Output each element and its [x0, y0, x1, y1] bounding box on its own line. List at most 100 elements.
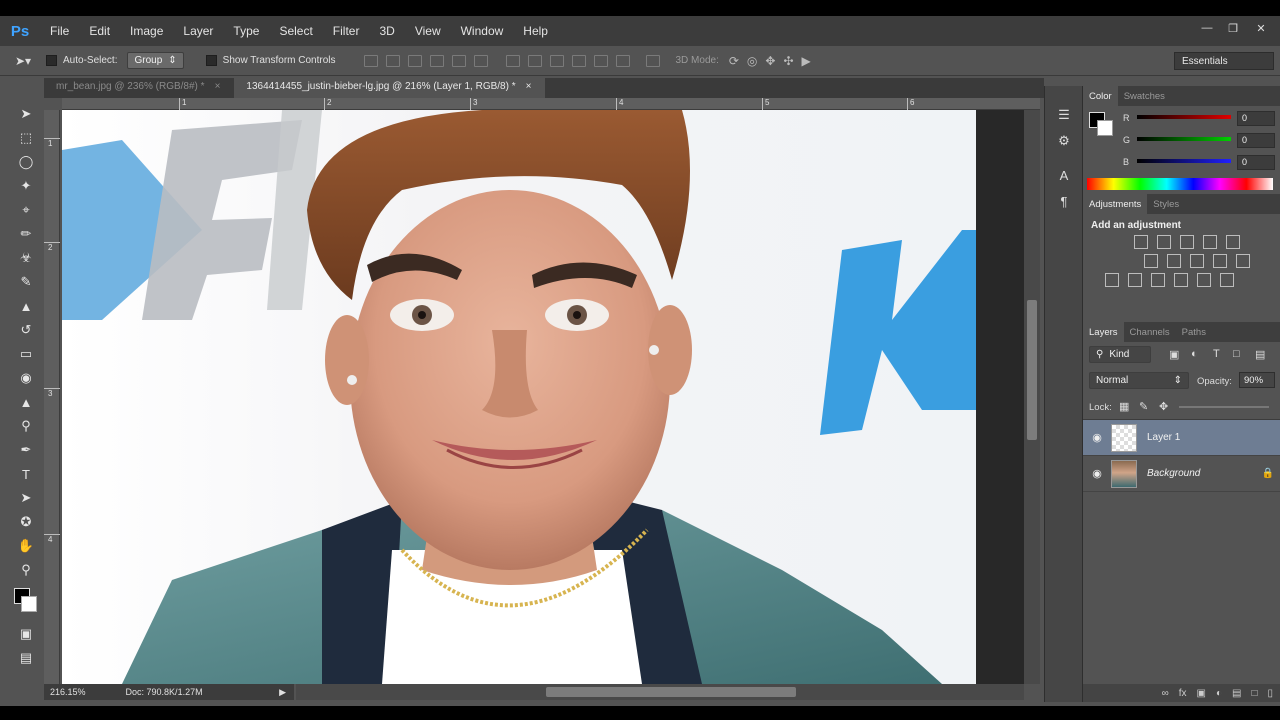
new-layer-icon[interactable]: □: [1251, 688, 1257, 699]
restore-icon[interactable]: ❐: [1220, 16, 1246, 40]
minimize-icon[interactable]: —: [1194, 16, 1220, 40]
menu-type[interactable]: Type: [223, 24, 269, 38]
distribute-top-icon[interactable]: [505, 54, 520, 67]
posterize-icon[interactable]: [1151, 273, 1165, 287]
vertical-ruler[interactable]: 1 2 3 4: [44, 110, 60, 686]
color-balance-icon[interactable]: [1167, 254, 1181, 268]
align-vcenter-icon[interactable]: [385, 54, 400, 67]
crop-tool-icon[interactable]: ⌖: [8, 198, 44, 222]
background-color-swatch[interactable]: [21, 596, 37, 612]
brush-tool-icon[interactable]: ✎: [8, 270, 44, 294]
close-tab-icon[interactable]: ×: [215, 81, 221, 98]
zoom-tool-icon[interactable]: ⚲: [8, 558, 44, 582]
3d-pan-icon[interactable]: ✥: [765, 54, 775, 68]
eyedropper-tool-icon[interactable]: ✏: [8, 222, 44, 246]
blend-mode-dropdown[interactable]: Normal ⇕: [1089, 372, 1189, 389]
menu-select[interactable]: Select: [269, 24, 322, 38]
layer-style-icon[interactable]: fx: [1179, 688, 1187, 699]
red-slider[interactable]: R 0: [1083, 108, 1280, 130]
filter-type-icon[interactable]: T: [1213, 348, 1220, 360]
blue-track[interactable]: [1137, 159, 1231, 163]
custom-shape-tool-icon[interactable]: ✪: [8, 510, 44, 534]
layer-row-background[interactable]: ◉ Background 🔒: [1083, 456, 1280, 492]
close-icon[interactable]: ✕: [1248, 16, 1274, 40]
selective-color-icon[interactable]: [1220, 273, 1234, 287]
auto-align-icon[interactable]: [645, 54, 660, 67]
menu-help[interactable]: Help: [513, 24, 558, 38]
distribute-right-icon[interactable]: [615, 54, 630, 67]
3d-scale-icon[interactable]: ▶: [802, 54, 811, 68]
lock-position-icon[interactable]: ✥: [1159, 400, 1168, 413]
move-tool-icon[interactable]: ➤▾: [0, 54, 46, 68]
gradient-map-icon[interactable]: [1197, 273, 1211, 287]
layer-kind-filter[interactable]: ⚲ Kind: [1089, 346, 1151, 363]
layer-row-layer-1[interactable]: ◉ Layer 1: [1083, 420, 1280, 456]
auto-select-checkbox[interactable]: [46, 55, 57, 66]
new-group-icon[interactable]: ▤: [1232, 688, 1241, 699]
layer-name[interactable]: Layer 1: [1147, 432, 1280, 443]
exposure-icon[interactable]: [1203, 235, 1217, 249]
filter-adjustment-icon[interactable]: ◐: [1191, 348, 1198, 360]
tab-color[interactable]: Color: [1083, 86, 1118, 106]
vertical-scrollbar[interactable]: [1024, 110, 1040, 684]
blue-slider[interactable]: B 0: [1083, 152, 1280, 174]
new-adjustment-icon[interactable]: ◐: [1216, 688, 1222, 699]
quick-select-tool-icon[interactable]: ✦: [8, 174, 44, 198]
opacity-value[interactable]: 90%: [1239, 372, 1275, 388]
paragraph-icon[interactable]: ¶: [1045, 188, 1083, 214]
clone-stamp-tool-icon[interactable]: ▲: [8, 294, 44, 318]
scroll-thumb[interactable]: [546, 687, 796, 697]
green-slider[interactable]: G 0: [1083, 130, 1280, 152]
align-left-icon[interactable]: [429, 54, 444, 67]
filter-shape-icon[interactable]: □: [1233, 348, 1240, 360]
hand-tool-icon[interactable]: ✋: [8, 534, 44, 558]
dodge-tool-icon[interactable]: ⚲: [8, 414, 44, 438]
tab-mr-bean[interactable]: mr_bean.jpg @ 236% (RGB/8#) * ×: [44, 78, 234, 98]
menu-filter[interactable]: Filter: [323, 24, 370, 38]
menu-view[interactable]: View: [405, 24, 451, 38]
canvas-area[interactable]: [62, 110, 1024, 684]
channel-mixer-icon[interactable]: [1236, 254, 1250, 268]
tab-styles[interactable]: Styles: [1147, 199, 1185, 214]
photo-filter-icon[interactable]: [1213, 254, 1227, 268]
threshold-icon[interactable]: [1174, 273, 1188, 287]
tab-swatches[interactable]: Swatches: [1118, 91, 1171, 106]
scroll-thumb[interactable]: [1027, 300, 1037, 440]
menu-image[interactable]: Image: [120, 24, 173, 38]
paint-bucket-tool-icon[interactable]: ◉: [8, 366, 44, 390]
brightness-contrast-icon[interactable]: [1134, 235, 1148, 249]
align-right-icon[interactable]: [473, 54, 488, 67]
character-icon[interactable]: A: [1045, 162, 1083, 188]
tab-justin-bieber[interactable]: 1364414455_justin-bieber-lg.jpg @ 216% (…: [234, 78, 546, 98]
move-tool-icon[interactable]: ➤: [8, 102, 44, 126]
lock-transparency-icon[interactable]: ▦: [1119, 400, 1129, 413]
distribute-bottom-icon[interactable]: [549, 54, 564, 67]
color-swatches[interactable]: [8, 582, 44, 622]
workspace-switcher[interactable]: Essentials: [1174, 52, 1274, 70]
quick-mask-icon[interactable]: ▣: [8, 622, 44, 646]
red-track[interactable]: [1137, 115, 1231, 119]
menu-layer[interactable]: Layer: [173, 24, 223, 38]
document-image[interactable]: [62, 110, 976, 684]
align-bottom-icon[interactable]: [407, 54, 422, 67]
menu-window[interactable]: Window: [451, 24, 514, 38]
3d-roll-icon[interactable]: ◎: [747, 54, 757, 68]
tab-channels[interactable]: Channels: [1124, 327, 1176, 342]
add-mask-icon[interactable]: ▣: [1196, 688, 1205, 699]
green-value[interactable]: 0: [1237, 133, 1275, 148]
horizontal-scrollbar[interactable]: [296, 684, 1024, 700]
eraser-tool-icon[interactable]: ▭: [8, 342, 44, 366]
levels-icon[interactable]: [1157, 235, 1171, 249]
transform-controls-checkbox[interactable]: [205, 55, 217, 66]
auto-select-dropdown[interactable]: Group ⇕: [127, 52, 184, 69]
pen-tool-icon[interactable]: ✒: [8, 438, 44, 462]
delete-layer-icon[interactable]: ▯: [1267, 688, 1273, 699]
visibility-eye-icon[interactable]: ◉: [1083, 431, 1111, 444]
lock-pixels-icon[interactable]: ✎: [1139, 400, 1148, 413]
red-value[interactable]: 0: [1237, 111, 1275, 126]
menu-edit[interactable]: Edit: [79, 24, 120, 38]
color-spectrum[interactable]: [1087, 178, 1273, 190]
tab-paths[interactable]: Paths: [1176, 327, 1212, 342]
menu-3d[interactable]: 3D: [369, 24, 404, 38]
color-lookup-icon[interactable]: [1105, 273, 1119, 287]
